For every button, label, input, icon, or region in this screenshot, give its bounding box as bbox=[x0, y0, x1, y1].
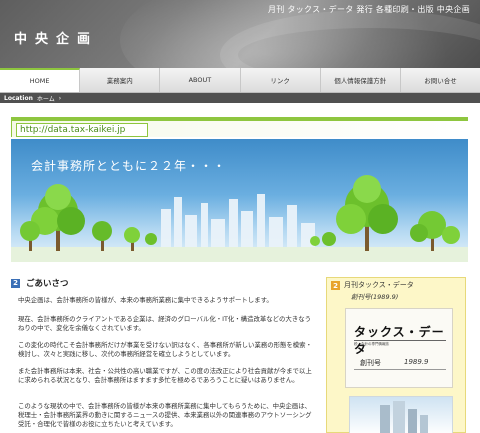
building-illustration bbox=[380, 401, 428, 433]
location-label: Location bbox=[4, 94, 33, 102]
nav-links[interactable]: リンク bbox=[241, 68, 321, 92]
sidebar-subtitle: 創刊号(1989.9) bbox=[351, 293, 399, 301]
breadcrumb: Location ホーム › bbox=[0, 93, 480, 103]
greeting-paragraph-4: また会計事務所は本来、社会・公共性の高い職業ですが、この度の法改正により社会貢献… bbox=[18, 367, 312, 384]
main-nav: HOME 業務案内 ABOUT リンク 個人情報保護方針 お問い合せ bbox=[0, 68, 480, 93]
cover-caption: 税・会計の専門情報誌 bbox=[354, 342, 389, 346]
greeting-paragraph-1: 中央企画は、会計事務所の皆様が、本来の事務所業務に集中できるようサポートします。 bbox=[18, 296, 273, 304]
section-header: 2 ごあいさつ bbox=[11, 277, 69, 289]
section-title: ごあいさつ bbox=[26, 279, 69, 289]
nav-contact[interactable]: お問い合せ bbox=[401, 68, 480, 92]
cover-divider-2 bbox=[354, 369, 446, 370]
nav-services[interactable]: 業務案内 bbox=[80, 68, 161, 92]
header-tagline: 月刊 タックス・データ 発行 各種印刷・出版 中央企画 bbox=[267, 5, 470, 14]
url-bar: http://data.tax-kaikei.jp bbox=[11, 117, 468, 137]
greeting-paragraph-3: この変化の時代こそ会計事務所だけが事業を受けない訳はなく、各事務所が新しい業務の… bbox=[18, 341, 312, 358]
nav-about[interactable]: ABOUT bbox=[160, 68, 241, 92]
site-url[interactable]: http://data.tax-kaikei.jp bbox=[16, 123, 148, 137]
sidebar-number-icon: 2 bbox=[331, 281, 340, 290]
hero-banner: 会計事務所とともに２２年・・・ bbox=[11, 139, 468, 262]
sidebar-title[interactable]: 月刊タックス・データ bbox=[344, 281, 414, 290]
greeting-paragraph-2: 現在、会計事務所のクライアントである企業は、経済のグローバル化・IT化・構造改革… bbox=[18, 315, 311, 332]
building-photo[interactable] bbox=[349, 396, 453, 433]
sidebar-header: 2 月刊タックス・データ bbox=[331, 281, 414, 290]
magazine-cover-image[interactable]: タックス・データ 税・会計の専門情報誌 創刊号 1989.9 bbox=[345, 308, 453, 388]
cover-date: 1989.9 bbox=[404, 358, 429, 366]
nav-home[interactable]: HOME bbox=[0, 68, 81, 92]
section-number-icon: 2 bbox=[11, 278, 20, 288]
cover-divider bbox=[354, 340, 446, 341]
site-title[interactable]: 中央企画 bbox=[14, 28, 98, 47]
breadcrumb-home[interactable]: ホーム bbox=[37, 94, 55, 103]
cover-issue: 創刊号 bbox=[360, 359, 381, 367]
nav-privacy[interactable]: 個人情報保護方針 bbox=[321, 68, 401, 92]
site-header: 月刊 タックス・データ 発行 各種印刷・出版 中央企画 中央企画 bbox=[0, 0, 480, 68]
banner-headline: 会計事務所とともに２２年・・・ bbox=[31, 159, 227, 173]
chevron-right-icon: › bbox=[58, 94, 62, 102]
magazine-sidebar: 2 月刊タックス・データ 創刊号(1989.9) タックス・データ 税・会計の専… bbox=[326, 277, 466, 433]
greeting-paragraph-5: このような現状の中で、会計事務所の皆様が本来の事務所業務に集中してもらうために、… bbox=[18, 402, 312, 428]
